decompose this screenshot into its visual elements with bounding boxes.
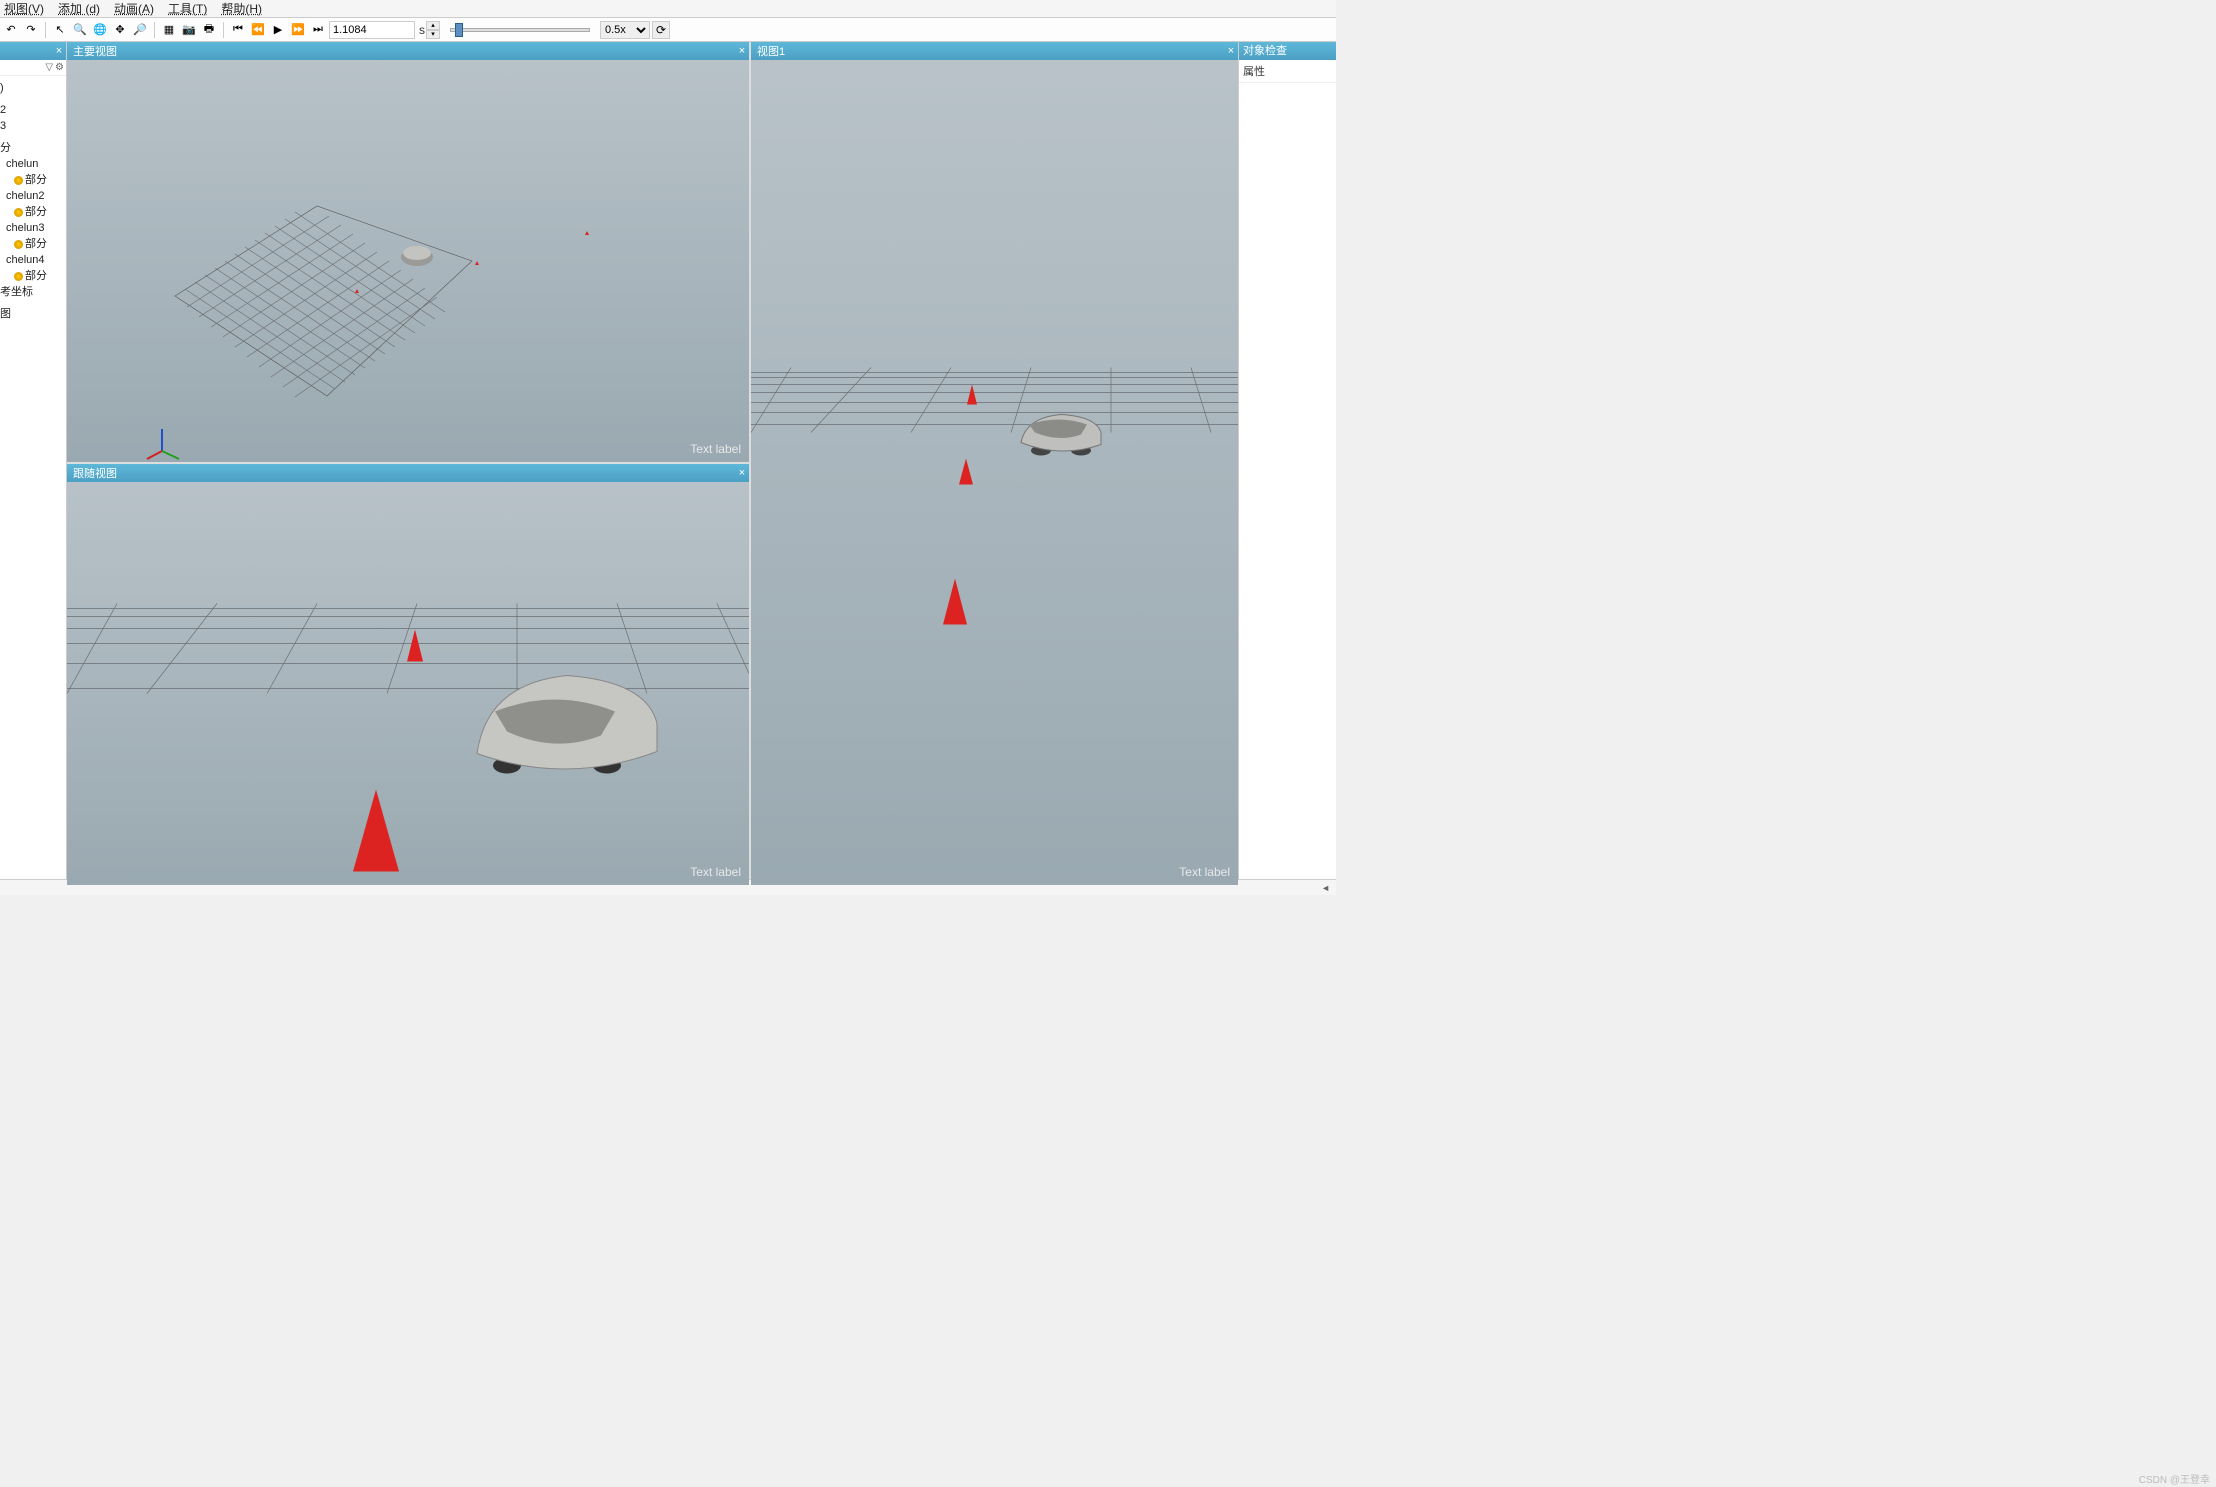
menu-animation[interactable]: 动画(A)	[114, 0, 154, 17]
speed-select[interactable]: 0.5x	[600, 21, 650, 39]
viewport-body[interactable]: Text label	[751, 60, 1238, 885]
cone-marker	[475, 261, 479, 265]
time-slider[interactable]	[450, 28, 590, 32]
viewport-view1[interactable]: 视图1 ×	[751, 42, 1238, 885]
scene-view1[interactable]	[751, 60, 1238, 885]
part-icon	[14, 208, 23, 217]
print-icon[interactable]: 🖶	[200, 21, 218, 39]
filter-row: ▽ ⚙	[0, 60, 66, 76]
toolbar: ↶ ↷ ↖ 🔍 🌐 ✥ 🔎 ▦ 📷 🖶 ⏮ ⏪ ▶ ⏩ ⏭ s ▴ ▾ 0.5x…	[0, 18, 1336, 42]
tree-node[interactable]: chelun	[0, 156, 66, 172]
close-icon[interactable]: ×	[1224, 45, 1238, 57]
menu-help[interactable]: 帮助(H)	[221, 0, 262, 17]
menu-add[interactable]: 添加 (d)	[58, 0, 100, 17]
tree-node[interactable]: 2	[0, 102, 66, 118]
undo-icon[interactable]: ↶	[2, 21, 20, 39]
play-icon[interactable]: ▶	[269, 21, 287, 39]
axis-triad	[147, 429, 179, 459]
ground-grid	[751, 368, 1238, 433]
properties-label: 属性	[1239, 60, 1336, 83]
cone-marker	[959, 459, 973, 485]
tree-node[interactable]: chelun3	[0, 220, 66, 236]
part-icon	[14, 240, 23, 249]
tree-node[interactable]: 部分	[0, 172, 66, 188]
zoom-icon[interactable]: 🔍	[71, 21, 89, 39]
cone-marker	[355, 289, 359, 293]
cone-marker	[967, 385, 977, 405]
ground-grid	[175, 206, 472, 397]
menu-view[interactable]: 视图(V)	[4, 0, 44, 17]
tree-node[interactable]: chelun2	[0, 188, 66, 204]
viewport-title: 跟随视图 ×	[67, 464, 749, 482]
close-icon[interactable]: ×	[52, 42, 66, 60]
collapse-icon[interactable]: ◄	[1321, 883, 1330, 893]
car-model	[477, 676, 657, 774]
step-forward-icon[interactable]: ⏩	[289, 21, 307, 39]
close-icon[interactable]: ×	[735, 45, 749, 57]
viewport-title: 视图1 ×	[751, 42, 1238, 60]
close-icon[interactable]: ×	[735, 467, 749, 479]
tree-node[interactable]: 分	[0, 140, 66, 156]
layout-icon[interactable]: ▦	[160, 21, 178, 39]
viewport-follow[interactable]: 跟随视图 ×	[67, 464, 749, 885]
tree-panel-title: ×	[0, 42, 66, 60]
globe-icon[interactable]: 🌐	[91, 21, 109, 39]
tree-node[interactable]: 部分	[0, 204, 66, 220]
cone-marker	[943, 579, 967, 625]
spinner-up-icon[interactable]: ▴	[426, 21, 440, 30]
ground-grid	[67, 604, 749, 694]
time-input[interactable]	[329, 21, 415, 39]
cone-marker	[353, 790, 399, 872]
tree-node[interactable]: )	[0, 80, 66, 96]
skip-start-icon[interactable]: ⏮	[229, 21, 247, 39]
inspector-title: 对象检查	[1239, 42, 1336, 60]
time-unit: s	[419, 23, 425, 37]
tree-node[interactable]: chelun4	[0, 252, 66, 268]
menu-tools[interactable]: 工具(T)	[168, 0, 207, 17]
move-icon[interactable]: ✥	[111, 21, 129, 39]
car-model	[1021, 415, 1101, 456]
car-model	[401, 246, 433, 266]
skip-end-icon[interactable]: ⏭	[309, 21, 327, 39]
cursor-icon[interactable]: ↖	[51, 21, 69, 39]
part-icon	[14, 272, 23, 281]
viewport-body[interactable]: Text label	[67, 60, 749, 462]
cone-marker	[407, 630, 423, 662]
time-spinner[interactable]: ▴ ▾	[426, 21, 440, 39]
scene-tree-panel: × ▽ ⚙ ) 2 3 分 chelun 部分 chelun2 部分 chelu…	[0, 42, 67, 879]
cone-marker	[585, 231, 589, 235]
tree-node[interactable]: 图	[0, 306, 66, 322]
main-area: × ▽ ⚙ ) 2 3 分 chelun 部分 chelun2 部分 chelu…	[0, 42, 1336, 879]
camera-icon[interactable]: 📷	[180, 21, 198, 39]
menubar: 视图(V) 添加 (d) 动画(A) 工具(T) 帮助(H)	[0, 0, 1336, 18]
scene-follow[interactable]	[67, 482, 749, 885]
tree-node[interactable]: 部分	[0, 268, 66, 284]
slider-thumb[interactable]	[455, 23, 463, 37]
scene-tree[interactable]: ) 2 3 分 chelun 部分 chelun2 部分 chelun3 部分 …	[0, 76, 66, 879]
settings-icon[interactable]: ⚙	[55, 62, 64, 73]
scene-main[interactable]	[67, 60, 749, 462]
step-back-icon[interactable]: ⏪	[249, 21, 267, 39]
part-icon	[14, 176, 23, 185]
tree-node[interactable]: 考坐标	[0, 284, 66, 300]
viewport-grid: 主要视图 ×	[67, 42, 1238, 879]
refresh-icon[interactable]: ⟳	[652, 21, 670, 39]
redo-icon[interactable]: ↷	[22, 21, 40, 39]
viewport-main[interactable]: 主要视图 ×	[67, 42, 749, 462]
tree-node[interactable]: 3	[0, 118, 66, 134]
filter-icon[interactable]: ▽	[45, 62, 53, 73]
spinner-down-icon[interactable]: ▾	[426, 30, 440, 39]
inspector-panel: 对象检查 属性	[1238, 42, 1336, 879]
watermark: CSDN @王登幸	[2139, 1471, 2210, 1486]
magnify-icon[interactable]: 🔎	[131, 21, 149, 39]
tree-node[interactable]: 部分	[0, 236, 66, 252]
viewport-title: 主要视图 ×	[67, 42, 749, 60]
viewport-body[interactable]: Text label	[67, 482, 749, 885]
separator	[223, 22, 224, 38]
separator	[154, 22, 155, 38]
separator	[45, 22, 46, 38]
